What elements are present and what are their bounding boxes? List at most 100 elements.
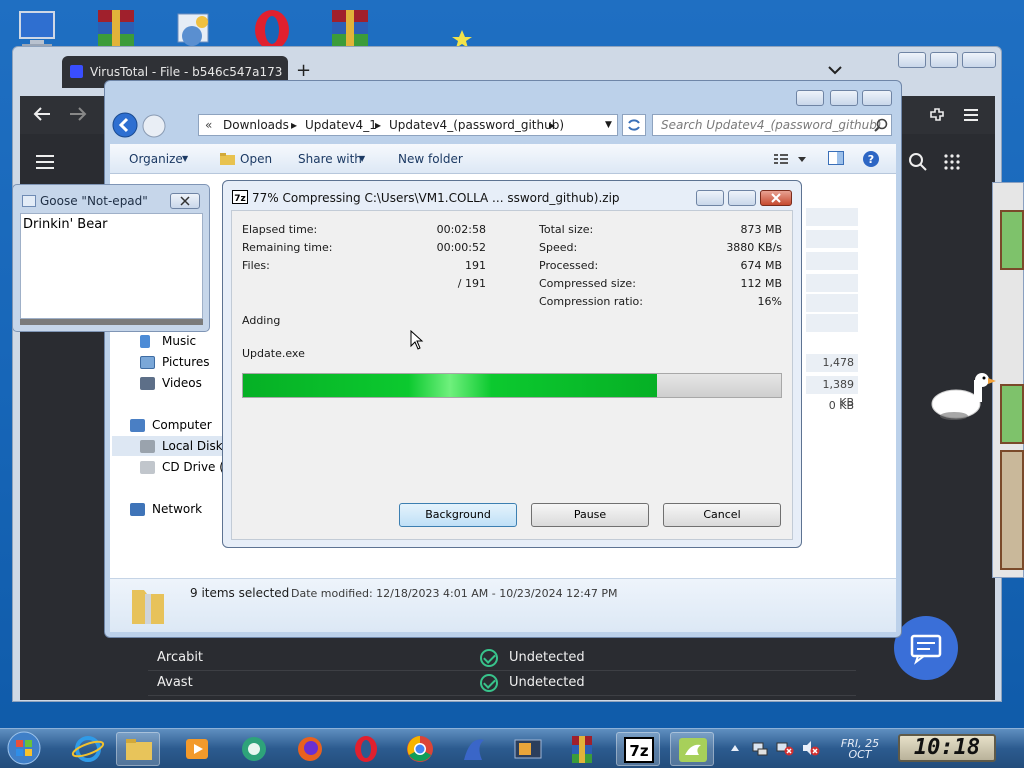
taskbar-chrome-icon[interactable] <box>398 732 442 766</box>
new-folder-button[interactable]: New folder <box>398 152 463 166</box>
preview-pane-icon[interactable] <box>828 151 844 166</box>
videos-icon <box>140 377 155 390</box>
list-item[interactable] <box>806 294 858 312</box>
list-item[interactable] <box>806 274 858 292</box>
virustotal-favicon-icon <box>70 65 83 78</box>
help-icon[interactable]: ? <box>862 150 880 168</box>
vt-apps-grid-icon[interactable] <box>944 154 960 170</box>
taskbar-clock[interactable]: 10:18 <box>898 734 996 762</box>
explorer-maximize-button[interactable] <box>830 90 858 106</box>
taskbar-winrar-icon[interactable] <box>560 732 604 766</box>
remaining-value: 00:00:52 <box>436 241 486 254</box>
tray-network-error-icon[interactable] <box>776 740 794 756</box>
list-item[interactable] <box>806 314 858 332</box>
table-row: Avast Undetected <box>148 671 856 696</box>
notepad-bottom-bar <box>20 319 203 325</box>
table-row: Arcabit Undetected <box>148 646 856 671</box>
svg-text:7z: 7z <box>629 742 648 760</box>
nav-item-music[interactable]: Music <box>140 334 196 348</box>
list-item[interactable] <box>806 208 858 226</box>
back-arrow-icon[interactable] <box>32 106 52 122</box>
share-with-button[interactable]: Share with <box>298 152 362 166</box>
vt-search-icon[interactable] <box>908 152 928 172</box>
nav-item-computer[interactable]: Computer <box>130 418 212 432</box>
open-button[interactable]: Open <box>240 152 272 166</box>
tray-volume-muted-icon[interactable] <box>802 740 820 756</box>
taskbar-app-icon[interactable] <box>232 732 276 766</box>
processed-label: Processed: <box>539 259 599 272</box>
taskbar-goose-icon[interactable] <box>670 732 714 766</box>
goose-notepad-close-button[interactable] <box>170 193 200 209</box>
taskbar-firefox-icon[interactable] <box>288 732 332 766</box>
7zip-logo-icon: 7z <box>232 190 248 204</box>
show-hidden-icons-chevron-icon[interactable] <box>730 742 740 752</box>
browser-menu-icon[interactable] <box>964 108 978 122</box>
date-modified-range: Date modified: 12/18/2023 4:01 AM - 10/2… <box>291 587 618 600</box>
nav-item-videos[interactable]: Videos <box>140 376 202 390</box>
browser-close-button[interactable] <box>962 52 996 68</box>
browser-maximize-button[interactable] <box>930 52 958 68</box>
view-options-icon[interactable] <box>774 152 810 166</box>
notepad-text-area[interactable]: Drinkin' Bear <box>20 213 203 319</box>
breadcrumb-updatev4-1[interactable]: Updatev4_1 <box>305 115 377 135</box>
game-tile <box>1000 384 1024 444</box>
tray-network-icon[interactable] <box>752 740 768 756</box>
breadcrumb-updatev4-password[interactable]: Updatev4_(password_github) <box>389 115 564 135</box>
forward-button-icon[interactable] <box>142 114 166 138</box>
elapsed-value: 00:02:58 <box>436 223 486 236</box>
address-dropdown-icon[interactable]: ▼ <box>605 115 612 135</box>
current-file-label: Update.exe <box>242 347 305 360</box>
nav-item-local-disk[interactable]: Local Disk ( <box>140 439 231 453</box>
breadcrumb-overflow-icon[interactable]: « <box>205 115 212 135</box>
refresh-icon[interactable] <box>622 114 646 136</box>
taskbar-tv-app-icon[interactable] <box>506 732 550 766</box>
back-button-icon[interactable] <box>112 112 138 138</box>
nav-item-cd-drive[interactable]: CD Drive (D <box>140 460 233 474</box>
taskbar-opera-icon[interactable] <box>344 732 388 766</box>
breadcrumb-separator-icon[interactable]: ▸ <box>375 115 381 135</box>
taskbar-internet-explorer-icon[interactable] <box>66 732 110 766</box>
cd-drive-icon <box>140 461 155 474</box>
computer-icon <box>130 419 145 432</box>
mouse-cursor-icon <box>410 329 424 350</box>
nav-item-pictures[interactable]: Pictures <box>140 355 210 369</box>
search-input[interactable]: Search Updatev4_(password_github) <box>652 114 892 136</box>
background-button[interactable]: Background <box>399 503 517 527</box>
dialog-minimize-button[interactable] <box>696 190 724 206</box>
new-tab-button[interactable]: + <box>296 60 311 81</box>
start-button[interactable] <box>4 730 44 766</box>
explorer-minimize-button[interactable] <box>796 90 824 106</box>
nav-item-network[interactable]: Network <box>130 502 202 516</box>
explorer-close-button[interactable] <box>862 90 892 106</box>
list-item[interactable] <box>806 230 858 248</box>
processed-value: 674 MB <box>740 259 782 272</box>
taskbar-date[interactable]: FRI, 25 OCT <box>834 738 886 760</box>
operation-label: Adding <box>242 314 281 327</box>
network-icon <box>130 503 145 516</box>
taskbar-explorer-icon[interactable] <box>116 732 160 766</box>
breadcrumb-separator-icon[interactable]: ▸ <box>291 115 297 135</box>
list-item[interactable] <box>806 252 858 270</box>
browser-minimize-button[interactable] <box>898 52 926 68</box>
tab-list-chevron-icon[interactable] <box>828 64 842 75</box>
pause-button[interactable]: Pause <box>531 503 649 527</box>
dialog-maximize-button[interactable] <box>728 190 756 206</box>
breadcrumb-downloads[interactable]: Downloads <box>223 115 289 135</box>
breadcrumb-separator-icon[interactable]: ▸ <box>549 115 555 135</box>
detection-result: Undetected <box>509 675 585 690</box>
vt-hamburger-icon[interactable] <box>36 154 54 170</box>
taskbar-media-player-icon[interactable] <box>176 732 220 766</box>
browser-tab-title: VirusTotal - File - b546c547a173 <box>90 65 283 79</box>
chat-button[interactable] <box>894 616 958 680</box>
taskbar-7zip-icon[interactable]: 7z <box>616 732 660 766</box>
organize-button[interactable]: Organize <box>129 152 183 166</box>
address-bar[interactable]: « Downloads ▸ Updatev4_1 ▸ Updatev4_(pas… <box>198 114 618 136</box>
files-value: 191 <box>465 259 486 272</box>
dialog-close-button[interactable] <box>760 190 792 206</box>
forward-arrow-icon[interactable] <box>68 106 88 122</box>
taskbar-bird-app-icon[interactable] <box>452 732 496 766</box>
speed-value: 3880 KB/s <box>726 241 782 254</box>
engine-name: Avast <box>157 675 193 690</box>
cancel-button[interactable]: Cancel <box>663 503 781 527</box>
extensions-icon[interactable] <box>928 106 946 124</box>
